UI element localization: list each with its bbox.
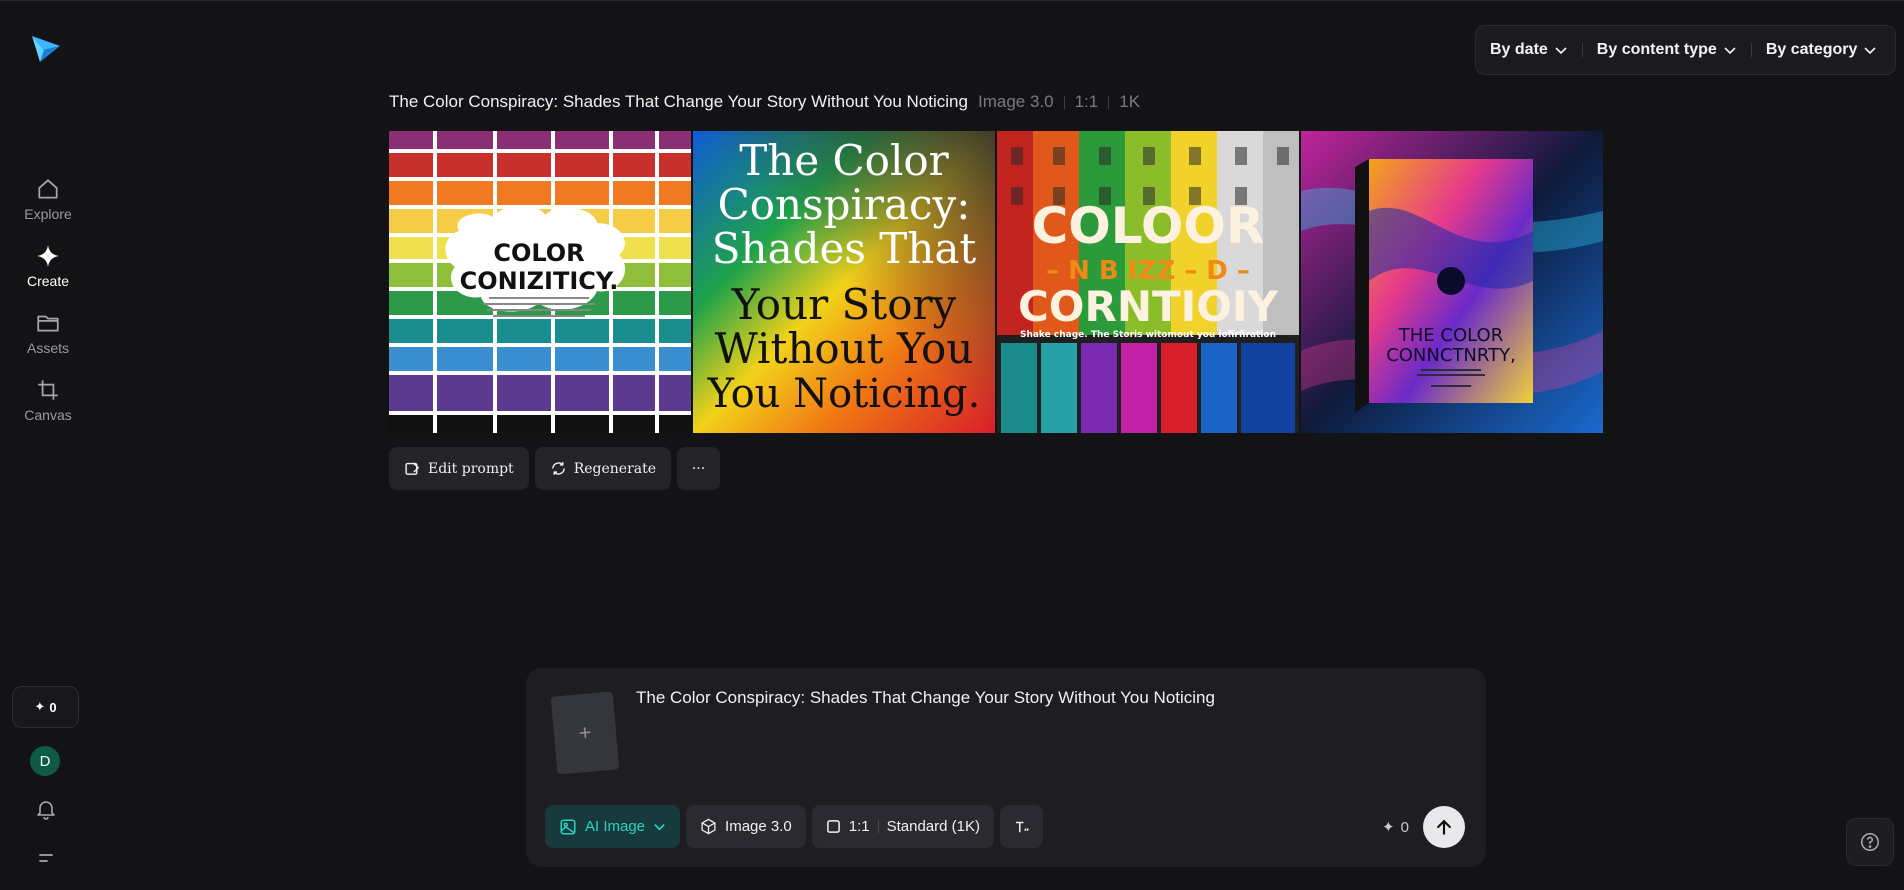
size-select[interactable]: 1:1 Standard (1K)	[811, 805, 994, 848]
generated-image-4[interactable]: THE COLOR CONNCTNRTY,	[1301, 131, 1603, 433]
home-icon	[38, 179, 58, 199]
image-3-heading-2: CORNTIOIY	[1018, 282, 1279, 331]
sidebar-item-canvas[interactable]: Canvas	[0, 377, 96, 423]
generated-image-3[interactable]: COLOOR – N B IZZ – D – CORNTIOIY Shake c…	[997, 131, 1299, 433]
avatar[interactable]: D	[30, 746, 60, 776]
image-4-heading: THE COLOR	[1398, 325, 1503, 346]
ratio-label: 1:1	[848, 818, 870, 835]
refresh-icon	[551, 462, 565, 475]
sidebar-item-label: Assets	[26, 340, 69, 356]
square-ratio-icon	[826, 820, 840, 833]
regenerate-button[interactable]: Regenerate	[534, 447, 672, 490]
image-2-line-2: Conspiracy:	[718, 180, 971, 229]
filter-label: By content type	[1596, 41, 1717, 58]
generated-image-2[interactable]: The Color Conspiracy: Shades That Your S…	[693, 131, 995, 433]
divider	[877, 820, 879, 833]
prompt-input[interactable]: The Color Conspiracy: Shades That Change…	[636, 688, 1215, 708]
more-icon: ···	[691, 460, 706, 477]
sidebar-item-label: Create	[26, 273, 70, 289]
image-4-art: THE COLOR CONNCTNRTY,	[1301, 131, 1603, 433]
divider	[1063, 95, 1065, 109]
sidebar: Explore Create Assets Canvas ✦ 0 D	[0, 0, 96, 890]
sidebar-item-label: Explore	[24, 206, 72, 222]
credits-badge[interactable]: ✦ 0	[12, 686, 79, 728]
divider	[1581, 43, 1583, 57]
crop-icon	[38, 380, 58, 400]
menu-icon[interactable]	[36, 848, 56, 868]
mode-label: AI Image	[585, 818, 646, 835]
model-label: Image 3.0	[725, 818, 792, 835]
cost-value: 0	[1400, 818, 1409, 836]
sidebar-item-assets[interactable]: Assets	[0, 310, 96, 356]
cube-icon	[701, 818, 716, 835]
folder-icon	[37, 315, 59, 332]
generation-header: The Color Conspiracy: Shades That Change…	[389, 92, 1140, 112]
chevron-down-icon	[1555, 47, 1567, 55]
regenerate-label: Regenerate	[573, 460, 657, 477]
filter-by-content-type[interactable]: By content type	[1591, 41, 1743, 59]
sidebar-item-create[interactable]: Create	[0, 243, 96, 289]
image-3-caption: Shake chage. The Storis witomout you iof…	[1020, 330, 1276, 340]
image-4-heading-2: CONNCTNRTY,	[1386, 345, 1516, 366]
credits-count: 0	[49, 699, 57, 715]
filter-label: By category	[1765, 41, 1858, 58]
sparkle-small-icon: ✦	[1382, 819, 1395, 836]
sidebar-item-explore[interactable]: Explore	[0, 176, 96, 222]
mode-select[interactable]: AI Image	[545, 805, 681, 848]
generated-image-1[interactable]: COLOR CONIZITICY.	[389, 131, 691, 433]
image-1-heading-2: CONIZITICY.	[460, 267, 619, 295]
bell-icon[interactable]	[34, 797, 58, 821]
text-icon	[1015, 821, 1029, 832]
upload-reference-button[interactable]: +	[550, 691, 620, 775]
image-2-line-6: You Noticing.	[707, 371, 981, 417]
image-1-heading: COLOR	[493, 239, 584, 267]
paper-plane-logo-icon[interactable]	[30, 32, 62, 64]
send-button[interactable]	[1423, 806, 1465, 848]
plus-icon: +	[577, 719, 593, 746]
image-2-art: The Color Conspiracy: Shades That Your S…	[693, 131, 995, 433]
more-options-button[interactable]: ···	[677, 447, 721, 490]
model-select[interactable]: Image 3.0	[686, 805, 806, 848]
image-3-art: COLOOR – N B IZZ – D – CORNTIOIY Shake c…	[997, 131, 1299, 433]
image-2-line-5: Without You	[715, 324, 974, 373]
help-button[interactable]	[1846, 818, 1894, 866]
image-gallery: COLOR CONIZITICY. The Color Conspiracy: …	[389, 131, 1603, 433]
image-3-heading: COLOOR	[1032, 197, 1265, 255]
sparkle-icon	[37, 245, 59, 267]
image-actions: Edit prompt Regenerate ···	[389, 447, 721, 490]
model-tag: Image 3.0	[977, 92, 1054, 111]
top-divider	[0, 0, 1904, 1]
image-2-line-3: Shades That	[712, 224, 977, 273]
filter-by-category[interactable]: By category	[1760, 41, 1884, 59]
prompt-toolbar: AI Image Image 3.0 1:1 Standard (1K)	[545, 805, 1043, 848]
filter-by-date[interactable]: By date	[1484, 41, 1574, 59]
divider	[1108, 95, 1110, 109]
ratio-tag: 1:1	[1074, 92, 1099, 111]
edit-prompt-label: Edit prompt	[428, 460, 514, 477]
filter-label: By date	[1490, 41, 1548, 58]
chevron-down-icon	[1864, 47, 1876, 55]
prompt-composer: + The Color Conspiracy: Shades That Chan…	[526, 668, 1486, 867]
chevron-down-icon	[1724, 47, 1736, 55]
arrow-up-icon	[1437, 819, 1451, 835]
edit-prompt-button[interactable]: Edit prompt	[389, 447, 529, 490]
image-mode-icon	[560, 819, 576, 834]
help-icon	[1860, 832, 1880, 852]
image-1-art: COLOR CONIZITICY.	[389, 131, 691, 433]
divider	[1750, 43, 1752, 57]
filter-bar: By date By content type By category	[1475, 25, 1896, 75]
edit-icon	[405, 462, 420, 475]
image-2-line-1: The Color	[739, 136, 949, 185]
resolution-tag: 1K	[1119, 92, 1141, 111]
text-style-button[interactable]	[1000, 805, 1043, 848]
quality-label: Standard (1K)	[886, 818, 980, 835]
chevron-down-icon	[654, 824, 665, 831]
generation-title: The Color Conspiracy: Shades That Change…	[389, 92, 968, 111]
prompt-cost: ✦ 0	[1382, 818, 1409, 837]
sidebar-item-label: Canvas	[24, 407, 72, 423]
sparkle-small-icon: ✦	[34, 699, 46, 714]
image-2-line-4: Your Story	[731, 280, 957, 329]
